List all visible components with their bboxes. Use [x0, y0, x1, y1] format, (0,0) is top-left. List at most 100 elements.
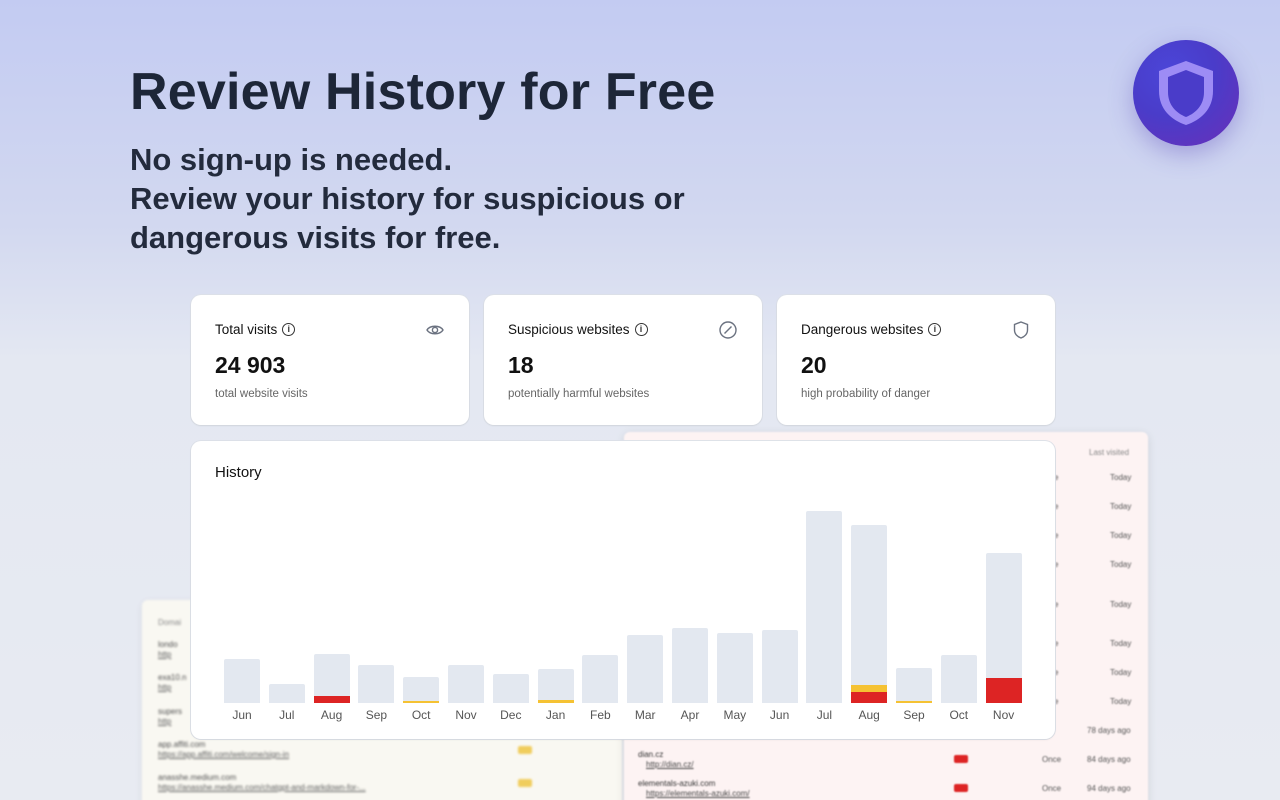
chart-bar-suspicious-segment: [851, 685, 888, 692]
bg-cell: Once: [1042, 784, 1062, 793]
stat-card-suspicious-websites: Suspicious websites i 18 potentially har…: [484, 295, 762, 425]
hero-subtitle: No sign-up is needed. Review your histor…: [130, 140, 770, 257]
chart-bar[interactable]: [851, 525, 888, 703]
bg-cell: Today: [1110, 697, 1132, 706]
bg-left-row: supers http: [158, 707, 183, 726]
stat-card-total-visits: Total visits i 24 903 total website visi…: [191, 295, 469, 425]
x-axis-tick-label: Sep: [903, 708, 925, 722]
shield-icon: [1159, 61, 1213, 125]
stat-value: 20: [801, 352, 827, 378]
x-axis-tick-label: Jun: [769, 708, 790, 722]
chart-bar[interactable]: [582, 655, 619, 703]
x-axis-tick-label: May: [723, 708, 747, 722]
eye-icon: [426, 325, 444, 335]
stat-description: high probability of danger: [801, 388, 931, 400]
bg-left-row: app.affiti.com https://app.affiti.com/we…: [158, 740, 290, 759]
bg-cell: Today: [1110, 502, 1132, 511]
chart-bar[interactable]: [896, 668, 932, 703]
chart-bar[interactable]: [537, 669, 574, 703]
chart-bar-dangerous-segment: [313, 696, 350, 703]
x-axis-tick-label: Apr: [680, 708, 700, 722]
x-axis-tick-label: Jun: [232, 708, 252, 722]
shield-outline-icon: [1013, 321, 1029, 339]
chart-bar[interactable]: [448, 665, 484, 703]
bg-cell: Today: [1110, 668, 1132, 677]
chart-bar[interactable]: [358, 665, 395, 703]
x-axis-tick-label: Oct: [411, 708, 431, 722]
chart-bar-suspicious-segment: [896, 701, 932, 703]
app-logo: [1133, 40, 1239, 146]
chart-bar[interactable]: [761, 630, 798, 703]
bg-cell: 78 days ago: [1087, 726, 1131, 735]
info-icon[interactable]: i: [928, 323, 942, 336]
bg-cell: Today: [1110, 560, 1132, 569]
stat-value: 18: [508, 352, 534, 378]
bg-cell: Today: [1110, 473, 1132, 482]
x-axis-tick-label: Jan: [545, 708, 566, 722]
stat-label: Total visits i: [215, 322, 296, 337]
x-axis-tick-label: Nov: [455, 708, 477, 722]
stat-label: Dangerous websites i: [801, 322, 942, 337]
bg-cell: Today: [1110, 600, 1132, 609]
chart-bar[interactable]: [627, 635, 664, 703]
bg-cell: Once: [1042, 755, 1062, 764]
hero-line-2: Review your history for suspicious or: [130, 181, 685, 216]
chart-bar[interactable]: [224, 659, 260, 703]
stat-value: 24 903: [215, 352, 286, 378]
bg-cell: 94 days ago: [1087, 784, 1131, 793]
suspicious-tag: [518, 779, 532, 787]
x-axis-tick-label: Sep: [365, 708, 388, 722]
bg-left-row: exa10.n http: [158, 673, 187, 692]
x-axis-tick-label: Mar: [634, 708, 656, 722]
chart-bar[interactable]: [672, 628, 708, 703]
chart-bar-suspicious-segment: [403, 701, 440, 703]
compass-slash-icon: [719, 321, 737, 339]
bg-cell: 84 days ago: [1087, 755, 1131, 764]
chart-bar-dangerous-segment: [985, 678, 1022, 703]
history-chart-card: Jun Jul Aug Sep Oct Nov Dec Jan Feb Mar Apr May Jun J…: [191, 441, 1055, 739]
stat-label-text: Total visits: [215, 322, 278, 337]
stat-label-text: Suspicious websites: [508, 322, 630, 337]
chart-bar[interactable]: [313, 654, 350, 703]
x-axis-tick-label: Jul: [816, 708, 833, 722]
hero-line-3: dangerous visits for free.: [130, 220, 501, 255]
chart-bar-suspicious-segment: [537, 700, 574, 703]
bg-right-row: dian.cz http://dian.cz/: [638, 750, 694, 769]
chart-bar[interactable]: [985, 553, 1022, 703]
bg-right-row: elementals-azuki.com https://elementals-…: [638, 779, 750, 798]
dangerous-tag: [954, 755, 968, 763]
history-title: History: [215, 464, 262, 481]
x-axis-tick-label: Feb: [590, 708, 611, 722]
history-chart: Jun Jul Aug Sep Oct Nov Dec Jan Feb Mar Apr May Jun J…: [191, 441, 1055, 739]
stat-label-text: Dangerous websites: [801, 322, 924, 337]
bg-left-header: Domai: [158, 618, 182, 627]
bg-left-row: anasshe.medium.com https://anasshe.mediu…: [158, 773, 366, 792]
x-axis-tick-label: Dec: [500, 708, 522, 722]
chart-bar[interactable]: [940, 655, 977, 703]
chart-bar[interactable]: [268, 684, 305, 703]
info-icon[interactable]: i: [282, 323, 296, 336]
chart-bar-dangerous-segment: [851, 692, 888, 703]
chart-bar[interactable]: [403, 677, 440, 703]
hero-line-1: No sign-up is needed.: [130, 142, 453, 177]
x-axis-tick-label: Jul: [279, 708, 295, 722]
hero-title: Review History for Free: [130, 63, 716, 121]
dangerous-tag: [954, 784, 968, 792]
stat-description: total website visits: [215, 388, 308, 400]
chart-bar[interactable]: [806, 511, 843, 703]
x-axis-tick-label: Oct: [949, 708, 969, 722]
bg-right-header: Last visited: [1089, 448, 1130, 457]
x-axis-tick-label: Aug: [320, 708, 343, 722]
stat-card-dangerous-websites: Dangerous websites i 20 high probability…: [777, 295, 1055, 425]
x-axis-tick-label: Nov: [992, 708, 1015, 722]
chart-bar[interactable]: [492, 674, 529, 703]
stat-description: potentially harmful websites: [508, 388, 650, 400]
bg-cell: Today: [1110, 531, 1132, 540]
suspicious-tag: [518, 746, 532, 754]
x-axis-tick-label: Aug: [858, 708, 880, 722]
info-icon[interactable]: i: [634, 323, 648, 336]
bg-cell: Today: [1110, 639, 1132, 648]
chart-bar[interactable]: [716, 633, 753, 703]
stat-label: Suspicious websites i: [508, 322, 648, 337]
bg-left-row: londo http: [158, 640, 178, 659]
